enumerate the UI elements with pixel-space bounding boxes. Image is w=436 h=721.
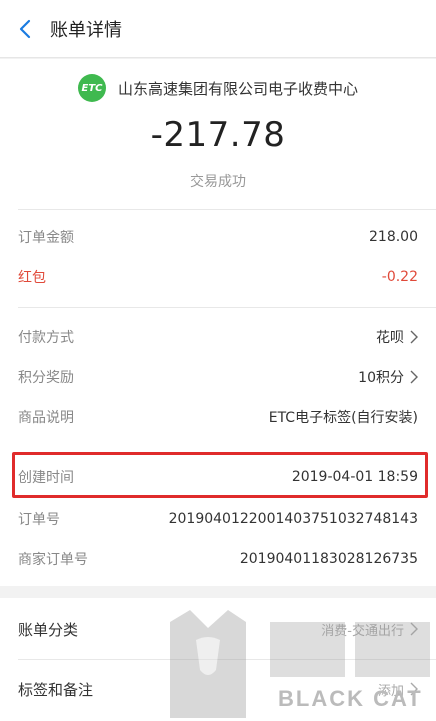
detail-row-red-packet: 红包 -0.22 — [0, 257, 436, 297]
detail-value: -0.22 — [381, 269, 418, 285]
tag-remark-label: 标签和备注 — [18, 680, 94, 699]
detail-row-payment-method[interactable]: 付款方式 花呗 — [0, 317, 436, 357]
highlight-box — [12, 452, 428, 498]
divider — [18, 307, 436, 308]
chevron-right-icon — [410, 370, 418, 384]
etc-logo: ETC — [77, 74, 106, 102]
detail-label: 商品说明 — [18, 410, 74, 426]
detail-label: 红包 — [18, 270, 46, 286]
chevron-left-icon — [19, 19, 31, 38]
detail-value: 10积分 — [358, 370, 404, 386]
detail-value: 20190401220014037510327481​43 — [168, 511, 418, 527]
bill-detail-card: ETC 山东高速集团有限公司电子收费中心 -217.78 交易成功 订单金额 2… — [0, 59, 436, 586]
detail-row-order-amount: 订单金额 218.00 — [0, 217, 436, 257]
detail-label: 积分奖励 — [18, 370, 74, 386]
detail-value: 218.00 — [369, 229, 418, 245]
back-button[interactable] — [0, 0, 50, 58]
transaction-amount: -217.78 — [150, 115, 286, 155]
transaction-status: 交易成功 — [190, 174, 246, 190]
detail-value: ETC电子标签(自行安装) — [268, 410, 418, 426]
top-bar: 账单详情 — [0, 0, 436, 58]
bill-category-label: 账单分类 — [18, 620, 79, 639]
divider — [18, 209, 436, 210]
detail-value: 花呗 — [376, 330, 404, 346]
detail-label: 付款方式 — [18, 330, 74, 346]
merchant-row: ETC 山东高速集团有限公司电子收费中心 — [0, 73, 436, 103]
detail-row-product: 商品说明 ETC电子标签(自行安装) — [0, 397, 436, 437]
watermark-text: BLACK CAT — [278, 686, 423, 711]
detail-row-order-number: 订单号 20190401220014037510327481​43 — [0, 499, 436, 539]
merchant-name: 山东高速集团有限公司电子收费中心 — [117, 79, 358, 98]
detail-label: 订单金额 — [18, 230, 74, 246]
detail-label: 商家订单号 — [18, 552, 88, 568]
detail-row-points[interactable]: 积分奖励 10积分 — [0, 357, 436, 397]
page-title: 账单详情 — [50, 19, 122, 41]
chevron-right-icon — [410, 330, 418, 344]
detail-value: 20190401183028126735 — [239, 551, 418, 567]
detail-label: 订单号 — [18, 512, 60, 528]
detail-row-merchant-order-number: 商家订单号 20190401183028126735 — [0, 539, 436, 579]
